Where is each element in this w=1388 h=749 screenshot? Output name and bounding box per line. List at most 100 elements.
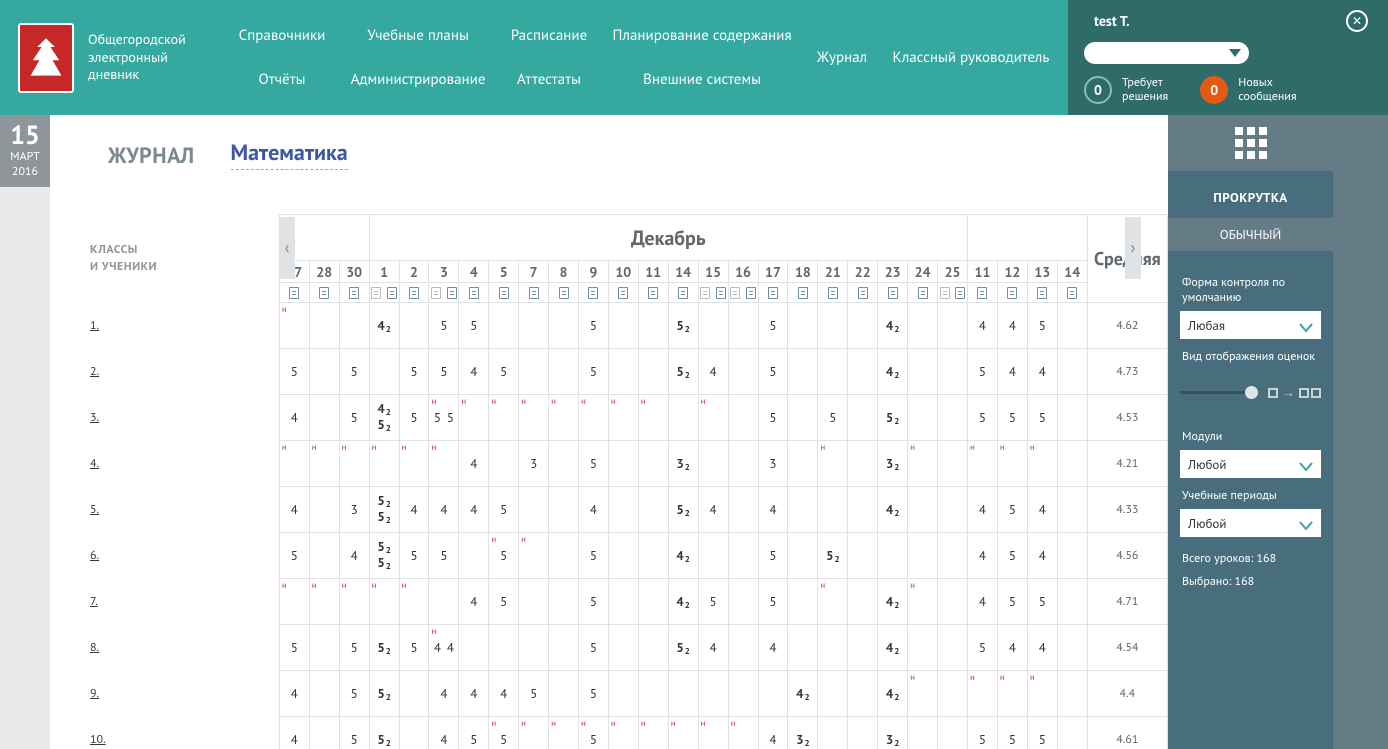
grade-cell[interactable] <box>489 625 519 671</box>
grade-cell[interactable] <box>818 349 848 395</box>
grade-cell[interactable] <box>728 303 758 349</box>
grade-cell[interactable] <box>788 303 818 349</box>
grade-cell[interactable] <box>848 441 878 487</box>
close-icon[interactable]: ✕ <box>1346 10 1368 32</box>
grade-cell[interactable] <box>728 441 758 487</box>
grade-cell[interactable] <box>818 717 848 749</box>
grade-cell[interactable]: 4 <box>399 487 429 533</box>
grade-cell[interactable]: н <box>908 579 938 625</box>
grade-cell[interactable]: 5 <box>489 487 519 533</box>
grade-cell[interactable] <box>549 579 579 625</box>
grade-cell[interactable]: 3 <box>339 487 369 533</box>
grade-cell[interactable]: н <box>489 395 519 441</box>
scroll-right-button[interactable]: › <box>1125 217 1141 279</box>
page-subtitle[interactable]: Математика <box>231 139 348 170</box>
grade-cell[interactable]: 32 <box>878 717 908 749</box>
grade-cell[interactable] <box>608 533 638 579</box>
grade-cell[interactable]: 4 <box>489 671 519 717</box>
grade-cell[interactable]: 5 <box>997 579 1027 625</box>
grade-cell[interactable]: 4 <box>339 533 369 579</box>
grade-cell[interactable]: 52 <box>818 533 848 579</box>
grade-cell[interactable]: 4 <box>997 303 1027 349</box>
grade-cell[interactable]: 5 <box>997 487 1027 533</box>
grade-cell[interactable]: 4 <box>459 441 489 487</box>
grade-cell[interactable]: 5 <box>758 395 788 441</box>
grade-cell[interactable] <box>848 487 878 533</box>
grade-cell[interactable] <box>369 349 399 395</box>
grade-cell[interactable] <box>788 487 818 533</box>
grade-cell[interactable]: 4 <box>1027 349 1057 395</box>
grade-cell[interactable]: н <box>908 671 938 717</box>
grade-cell[interactable] <box>519 487 549 533</box>
grade-cell[interactable] <box>429 579 459 625</box>
grade-cell[interactable] <box>309 487 339 533</box>
grade-cell[interactable]: 4 <box>459 487 489 533</box>
grade-cell[interactable]: 52 <box>668 303 698 349</box>
grade-cell[interactable] <box>638 349 668 395</box>
grade-cell[interactable]: н <box>279 303 309 349</box>
grade-cell[interactable]: н <box>608 395 638 441</box>
grade-cell[interactable]: 5 <box>429 533 459 579</box>
grade-cell[interactable] <box>938 671 968 717</box>
grade-cell[interactable]: 42 <box>788 671 818 717</box>
grade-cell[interactable] <box>489 303 519 349</box>
grade-cell[interactable]: 42 <box>878 625 908 671</box>
grade-cell[interactable] <box>788 395 818 441</box>
grade-cell[interactable]: 5 <box>459 303 489 349</box>
grade-cell[interactable]: н <box>578 395 608 441</box>
grade-cell[interactable]: н <box>997 671 1027 717</box>
grade-cell[interactable]: 5 <box>968 717 998 749</box>
grade-cell[interactable]: 4 <box>758 625 788 671</box>
grade-cell[interactable]: 32 <box>788 717 818 749</box>
grade-cell[interactable] <box>549 487 579 533</box>
grade-cell[interactable]: 5 <box>578 349 608 395</box>
grade-cell[interactable]: 4 <box>1027 487 1057 533</box>
grade-cell[interactable] <box>938 395 968 441</box>
grade-cell[interactable] <box>519 303 549 349</box>
grade-cell[interactable] <box>938 533 968 579</box>
grade-cell[interactable] <box>608 349 638 395</box>
grade-cell[interactable] <box>908 625 938 671</box>
grade-cell[interactable] <box>1057 487 1087 533</box>
grade-cell[interactable] <box>728 671 758 717</box>
grade-cell[interactable]: 5 <box>578 579 608 625</box>
grade-cell[interactable] <box>399 303 429 349</box>
grade-cell[interactable]: н <box>279 441 309 487</box>
grade-cell[interactable] <box>848 671 878 717</box>
grade-cell[interactable] <box>608 671 638 717</box>
grade-cell[interactable]: 4252 <box>369 395 399 441</box>
grade-cell[interactable] <box>339 303 369 349</box>
nav-journal[interactable]: Журнал <box>817 49 867 66</box>
grade-cell[interactable]: 42 <box>878 579 908 625</box>
nav-reports[interactable]: Отчёты <box>258 71 305 88</box>
counter-pending[interactable]: 0 Требует решения <box>1084 76 1168 104</box>
grade-cell[interactable] <box>728 395 758 441</box>
grade-cell[interactable] <box>309 717 339 749</box>
grade-cell[interactable] <box>1057 441 1087 487</box>
grade-cell[interactable]: н <box>519 395 549 441</box>
grade-cell[interactable] <box>878 533 908 579</box>
nav-external[interactable]: Внешние системы <box>643 71 761 88</box>
grade-cell[interactable] <box>668 395 698 441</box>
grade-cell[interactable]: н <box>818 441 848 487</box>
grade-cell[interactable]: н <box>608 717 638 749</box>
grade-cell[interactable]: н55 <box>429 395 459 441</box>
grade-cell[interactable]: 5 <box>1027 303 1057 349</box>
grade-cell[interactable]: 3 <box>519 441 549 487</box>
grade-cell[interactable]: 42 <box>878 303 908 349</box>
grade-cell[interactable]: 5 <box>997 395 1027 441</box>
grade-cell[interactable] <box>728 625 758 671</box>
grade-cell[interactable] <box>399 717 429 749</box>
grade-cell[interactable] <box>1057 625 1087 671</box>
grade-cell[interactable]: 52 <box>668 625 698 671</box>
grade-cell[interactable]: н <box>339 441 369 487</box>
grade-cell[interactable]: н <box>997 441 1027 487</box>
grade-cell[interactable] <box>848 303 878 349</box>
grade-cell[interactable]: 4 <box>997 625 1027 671</box>
student-row[interactable]: 2. <box>80 349 279 395</box>
grade-cell[interactable] <box>848 349 878 395</box>
grade-cell[interactable]: н <box>968 671 998 717</box>
grade-cell[interactable] <box>1057 395 1087 441</box>
grade-cell[interactable] <box>938 625 968 671</box>
grade-cell[interactable] <box>519 349 549 395</box>
